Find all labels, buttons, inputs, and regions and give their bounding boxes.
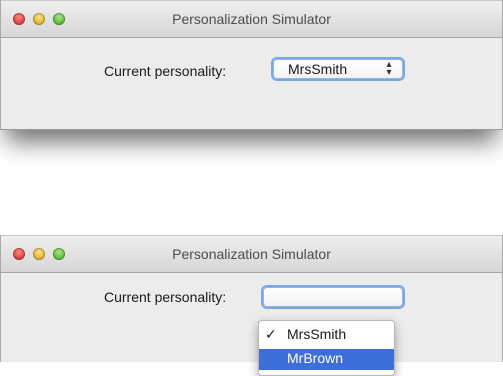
window-content: Current personality: MrsSmith ▴ ▾: [1, 38, 502, 129]
checkmark-icon: ✓: [265, 326, 277, 342]
menu-item-mrbrown[interactable]: MrBrown: [259, 349, 394, 370]
window-title: Personalization Simulator: [172, 246, 331, 262]
simulator-window-open-menu: Personalization Simulator Current person…: [0, 235, 503, 376]
personality-dropdown-menu: ✓ MrsSmith MrBrown: [258, 320, 395, 376]
simulator-window-closed: Personalization Simulator Current person…: [0, 0, 503, 130]
window-title: Personalization Simulator: [172, 11, 331, 27]
personality-label: Current personality:: [104, 289, 227, 305]
menu-item-label: MrsSmith: [287, 326, 347, 342]
window-content: Current personality: ✓ MrsSmith MrBrown: [1, 273, 502, 376]
title-bar[interactable]: Personalization Simulator: [1, 0, 502, 38]
personality-popup-button[interactable]: [263, 287, 403, 307]
title-bar[interactable]: Personalization Simulator: [1, 235, 502, 273]
personality-label: Current personality:: [104, 63, 227, 79]
menu-item-label: MrBrown: [287, 350, 344, 366]
personality-popup-button[interactable]: MrsSmith ▴ ▾: [273, 59, 403, 79]
up-down-arrows-icon: ▴ ▾: [386, 59, 392, 78]
menu-item-mrssmith[interactable]: ✓ MrsSmith: [259, 325, 394, 345]
popup-selected-value: MrsSmith: [288, 61, 348, 77]
